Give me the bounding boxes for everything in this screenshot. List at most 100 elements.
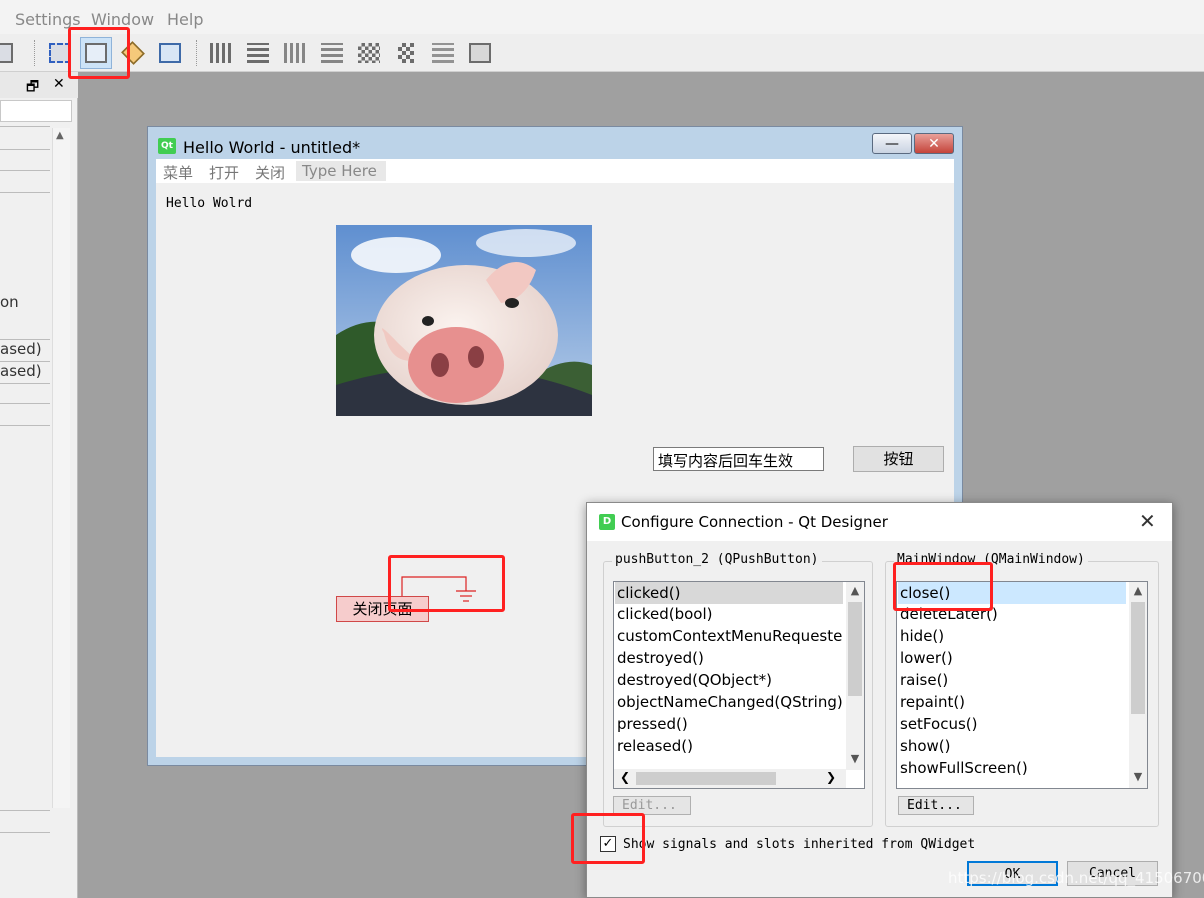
horizontal-splitter-icon xyxy=(284,43,306,63)
sender-group-title: pushButton_2 (QPushButton) xyxy=(612,552,822,567)
qt-logo-icon: Qt xyxy=(158,138,176,154)
scroll-right-arrow-icon[interactable]: ❯ xyxy=(826,770,836,784)
list-item[interactable]: setFocus() xyxy=(900,715,977,733)
adjust-size-icon xyxy=(469,43,491,63)
widget-label-fragment: on xyxy=(0,293,19,311)
lay-out-horizontally-button[interactable] xyxy=(205,37,237,69)
list-item-selected[interactable]: clicked() xyxy=(615,582,843,604)
widget-box-panel: 🗗 ✕ ▲ on ased) ased) xyxy=(0,72,78,898)
form-layout-icon xyxy=(398,43,414,63)
lay-out-vertically-button[interactable] xyxy=(242,37,274,69)
menubar: Settings Window Help xyxy=(0,0,1204,34)
toolbar-separator xyxy=(34,40,35,66)
dialog-close-icon[interactable]: ✕ xyxy=(1139,511,1156,531)
grid-layout-button[interactable] xyxy=(353,37,385,69)
highlight-box-connection xyxy=(388,555,505,612)
watermark-text: https://blog.csdn.net/qq_41506700 xyxy=(948,869,1204,887)
list-item[interactable]: lower() xyxy=(900,649,953,667)
signals-vertical-scrollbar[interactable]: ▲ ▼ xyxy=(846,582,864,770)
break-layout-icon xyxy=(432,43,454,63)
divider xyxy=(0,149,50,150)
window-icon xyxy=(0,43,13,63)
type-here-placeholder[interactable]: Type Here xyxy=(296,161,386,181)
vertical-layout-icon xyxy=(247,43,269,63)
form-titlebar[interactable]: Qt Hello World - untitled* — ✕ xyxy=(148,127,962,159)
form-title: Hello World - untitled* xyxy=(183,138,361,157)
push-button[interactable]: 按钮 xyxy=(853,446,944,472)
divider xyxy=(0,810,50,811)
toolbar xyxy=(0,34,1204,72)
form-menu-item[interactable]: 关闭 xyxy=(255,162,285,183)
dock-titlebar: 🗗 ✕ xyxy=(0,72,78,98)
scroll-up-arrow-icon[interactable]: ▲ xyxy=(56,130,64,141)
scroll-down-arrow-icon[interactable]: ▼ xyxy=(1129,768,1147,786)
qt-designer-icon: D xyxy=(599,514,615,530)
vertical-splitter-button[interactable] xyxy=(316,37,348,69)
list-item[interactable]: destroyed(QObject*) xyxy=(617,671,772,689)
widget-label-fragment: ased) xyxy=(0,340,42,358)
edit-tab-order-button[interactable] xyxy=(154,37,186,69)
form-menu-item[interactable]: 菜单 xyxy=(163,162,193,183)
minimize-button[interactable]: — xyxy=(872,133,912,154)
highlight-box-toolbar xyxy=(68,27,130,79)
signals-list[interactable]: clicked() clicked(bool) customContextMen… xyxy=(613,581,865,789)
list-item[interactable]: repaint() xyxy=(900,693,965,711)
highlight-box-close-slot xyxy=(893,562,993,611)
divider xyxy=(0,170,50,171)
dock-float-icon[interactable]: 🗗 xyxy=(26,76,39,100)
slots-list[interactable]: close() deleteLater() hide() lower() rai… xyxy=(896,581,1148,789)
divider xyxy=(0,403,50,404)
widget-label-fragment: ased) xyxy=(0,362,42,380)
scroll-thumb[interactable] xyxy=(848,602,862,696)
close-window-button[interactable]: ✕ xyxy=(914,133,954,154)
divider xyxy=(0,383,50,384)
vertical-splitter-icon xyxy=(321,43,343,63)
scroll-up-arrow-icon[interactable]: ▲ xyxy=(1129,582,1147,600)
list-item[interactable]: objectNameChanged(QString) xyxy=(617,693,843,711)
scroll-left-arrow-icon[interactable]: ❮ xyxy=(620,770,630,784)
list-item[interactable]: destroyed() xyxy=(617,649,704,667)
form-menubar: 菜单 打开 关闭 Type Here xyxy=(156,159,954,183)
edit-slots-button[interactable]: Edit... xyxy=(898,796,974,815)
scroll-thumb[interactable] xyxy=(1131,602,1145,714)
pig-photo-illustration xyxy=(336,225,592,416)
content-line-edit[interactable]: 填写内容后回车生效 xyxy=(653,447,824,471)
list-item[interactable]: customContextMenuRequeste xyxy=(617,627,842,645)
form-menu-item[interactable]: 打开 xyxy=(209,162,239,183)
list-item[interactable]: hide() xyxy=(900,627,944,645)
dialog-title: Configure Connection - Qt Designer xyxy=(621,513,888,531)
break-layout-button[interactable] xyxy=(427,37,459,69)
slots-vertical-scrollbar[interactable]: ▲ ▼ xyxy=(1129,582,1147,788)
horizontal-layout-icon xyxy=(210,43,232,63)
dialog-titlebar[interactable]: D Configure Connection - Qt Designer ✕ xyxy=(587,503,1172,541)
menu-help[interactable]: Help xyxy=(167,10,203,29)
list-item[interactable]: show() xyxy=(900,737,950,755)
configure-connection-dialog[interactable]: D Configure Connection - Qt Designer ✕ p… xyxy=(586,502,1173,898)
dock-close-icon[interactable]: ✕ xyxy=(53,76,65,92)
divider xyxy=(0,192,50,193)
toolbar-separator xyxy=(196,40,197,66)
highlight-box-checkbox xyxy=(571,813,645,864)
adjust-size-button[interactable] xyxy=(464,37,496,69)
pig-photo[interactable] xyxy=(336,225,592,416)
panel-scrollbar[interactable]: ▲ xyxy=(52,128,70,808)
list-item[interactable]: released() xyxy=(617,737,693,755)
list-item[interactable]: clicked(bool) xyxy=(617,605,712,623)
list-item[interactable]: pressed() xyxy=(617,715,688,733)
scroll-up-arrow-icon[interactable]: ▲ xyxy=(846,582,864,600)
divider xyxy=(0,425,50,426)
hello-label[interactable]: Hello Wolrd xyxy=(166,196,252,211)
scroll-down-arrow-icon[interactable]: ▼ xyxy=(846,750,864,768)
horizontal-splitter-button[interactable] xyxy=(279,37,311,69)
divider xyxy=(0,126,50,127)
show-inherited-label: Show signals and slots inherited from QW… xyxy=(623,837,976,852)
toolbar-button-partial[interactable] xyxy=(0,37,18,69)
list-item[interactable]: raise() xyxy=(900,671,948,689)
filter-input[interactable] xyxy=(0,100,72,122)
form-layout-button[interactable] xyxy=(390,37,422,69)
scroll-thumb[interactable] xyxy=(636,772,776,785)
list-item[interactable]: showFullScreen() xyxy=(900,759,1028,777)
divider xyxy=(0,832,50,833)
tab-order-icon xyxy=(159,43,181,63)
signals-horizontal-scrollbar[interactable]: ❮ ❯ xyxy=(614,769,846,788)
